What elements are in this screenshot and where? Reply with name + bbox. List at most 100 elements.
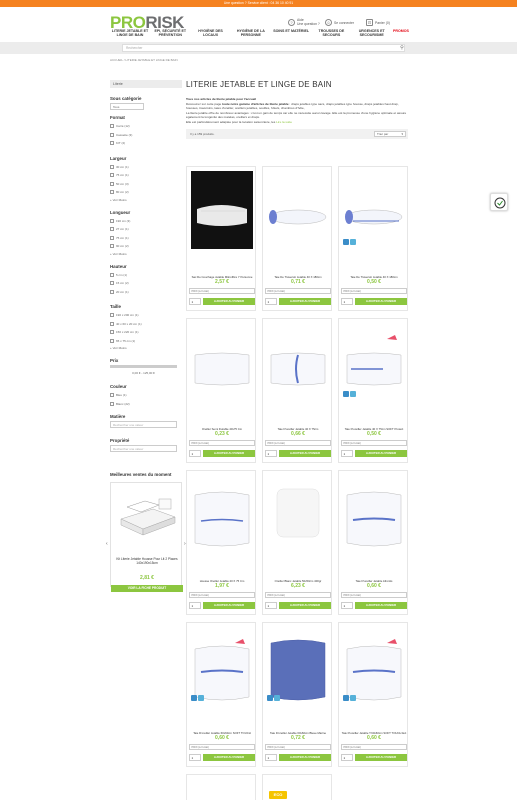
nav-trousses[interactable]: TROUSSES DE SECOURS xyxy=(311,29,351,37)
product-image[interactable] xyxy=(267,475,329,553)
filter-option[interactable]: KIT (2) xyxy=(110,139,182,148)
filter-option[interactable]: 20 cm (1) xyxy=(110,288,182,297)
checkbox[interactable] xyxy=(110,401,114,406)
add-to-cart-button[interactable]: AJOUTER AU PANIER xyxy=(279,602,331,609)
checkbox[interactable] xyxy=(110,218,114,223)
product-card[interactable]: Taie D'oreiller Jetable 40 X 75cm 0,66 € P… xyxy=(262,318,332,463)
quantity-input[interactable]: 1 xyxy=(265,450,277,457)
unit-select[interactable]: PRIX (à l'unité) xyxy=(341,288,407,294)
unit-select[interactable]: PRIX (à l'unité) xyxy=(189,744,255,750)
checkbox[interactable] xyxy=(110,289,114,294)
search-input[interactable]: Rechercher xyxy=(122,44,405,52)
nav-urgences[interactable]: URGENCES ET SECOURISME xyxy=(352,29,392,37)
filter-option[interactable]: 65 x 75 cm (1) xyxy=(110,337,182,346)
product-image[interactable] xyxy=(267,171,329,249)
matiere-search-input[interactable]: Rechercher une valeur xyxy=(110,421,177,428)
unit-select[interactable]: PRIX (à l'unité) xyxy=(189,440,255,446)
checkbox[interactable] xyxy=(110,227,114,232)
price-slider[interactable] xyxy=(110,365,177,368)
filter-option[interactable]: 75 cm (1) xyxy=(110,234,182,243)
unit-select[interactable]: PRIX (à l'unité) xyxy=(189,592,255,598)
product-image[interactable] xyxy=(191,475,253,553)
quantity-input[interactable]: 1 xyxy=(189,298,201,305)
product-image[interactable] xyxy=(343,627,405,705)
filter-option[interactable]: 150 x 220 cm (1) xyxy=(110,328,182,337)
reviews-badge-widget[interactable] xyxy=(490,193,508,211)
quantity-input[interactable]: 1 xyxy=(189,602,201,609)
product-image[interactable] xyxy=(267,323,329,401)
show-more-link[interactable]: + Voir Moins xyxy=(110,346,182,350)
unit-select[interactable]: PRIX (à l'unité) xyxy=(189,288,255,294)
nav-literie[interactable]: LITERIE JETABLE ET LINGE DE BAIN xyxy=(110,29,150,37)
checkbox[interactable] xyxy=(110,272,114,277)
unit-select[interactable]: PRIX (à l'unité) xyxy=(265,440,331,446)
quantity-input[interactable]: 1 xyxy=(341,754,353,761)
quantity-input[interactable]: 1 xyxy=(265,298,277,305)
filter-option[interactable]: 30 cm (1) xyxy=(110,163,182,172)
add-to-cart-button[interactable]: AJOUTER AU PANIER xyxy=(355,450,407,457)
product-card[interactable]: ECO xyxy=(262,774,332,800)
filter-option[interactable]: Bleu (1) xyxy=(110,391,182,400)
checkbox[interactable] xyxy=(110,321,114,326)
product-card[interactable]: Housse Oreiller Jetable 40 X 75 Cm 1,97 €… xyxy=(186,470,256,615)
product-image[interactable] xyxy=(191,171,253,249)
filter-option[interactable]: 90 cm (2) xyxy=(110,242,182,251)
propriete-search-input[interactable]: Rechercher une valeur xyxy=(110,445,177,452)
add-to-cart-button[interactable]: AJOUTER AU PANIER xyxy=(355,754,407,761)
filter-option[interactable]: 40 x 60 x 20 cm (1) xyxy=(110,320,182,329)
product-image[interactable] xyxy=(343,475,405,553)
carousel-prev-icon[interactable]: ‹ xyxy=(106,541,108,547)
checkbox[interactable] xyxy=(110,330,114,335)
filter-option[interactable]: 50 cm (3) xyxy=(110,180,182,189)
unit-select[interactable]: PRIX (à l'unité) xyxy=(341,744,407,750)
filter-option[interactable]: 75 cm (1) xyxy=(110,171,182,180)
checkbox[interactable] xyxy=(110,281,114,286)
filter-option[interactable]: Carré (12) xyxy=(110,122,182,131)
quantity-input[interactable]: 1 xyxy=(189,754,201,761)
checkbox[interactable] xyxy=(110,338,114,343)
add-to-cart-button[interactable]: AJOUTER AU PANIER xyxy=(355,298,407,305)
product-image[interactable] xyxy=(343,323,405,401)
filter-option[interactable]: 80 cm (2) xyxy=(110,188,182,197)
product-card[interactable]: Taie D'oreiller Jetable 40 X 75cm SOFT P… xyxy=(338,318,408,463)
add-to-cart-button[interactable]: AJOUTER AU PANIER xyxy=(203,298,255,305)
nav-epi[interactable]: EPI, SÉCURITÉ ET PRÉVENTION xyxy=(150,29,190,37)
account-link[interactable]: ☺ Se connecter xyxy=(325,19,354,26)
filter-option[interactable]: Cassette (3) xyxy=(110,131,182,140)
show-more-link[interactable]: + Voir Moins xyxy=(110,198,182,202)
product-image[interactable] xyxy=(343,171,405,249)
checkbox[interactable] xyxy=(110,132,114,137)
filter-option[interactable]: 27 cm (1) xyxy=(110,225,182,234)
product-image[interactable] xyxy=(191,627,253,705)
add-to-cart-button[interactable]: AJOUTER AU PANIER xyxy=(279,298,331,305)
filter-option[interactable]: 190 cm (3) xyxy=(110,217,182,226)
add-to-cart-button[interactable]: AJOUTER AU PANIER xyxy=(203,754,255,761)
filter-option[interactable]: 190 x 200 cm (1) xyxy=(110,311,182,320)
product-card[interactable]: Taie D'oreiller Jetable 60x60cm SOFT TOU… xyxy=(186,622,256,767)
nav-hygiene-personne[interactable]: HYGIÈNE DE LA PERSONNE xyxy=(231,29,271,37)
checkbox[interactable] xyxy=(110,164,114,169)
product-card[interactable]: Oreiller Blanc Jetable 50x50cm 400gr 6,23… xyxy=(262,470,332,615)
nav-hygiene-locaux[interactable]: HYGIÈNE DES LOCAUX xyxy=(191,29,231,37)
nav-promos[interactable]: PROMOS xyxy=(392,29,410,37)
best-seller-card[interactable]: ‹ › Kit Literie Jetable Housse Pour Lit … xyxy=(106,481,186,592)
category-box[interactable]: Literie xyxy=(110,80,182,88)
best-seller-name[interactable]: Kit Literie Jetable Housse Pour Lit 2 Pl… xyxy=(113,557,181,565)
add-to-cart-button[interactable]: AJOUTER AU PANIER xyxy=(203,602,255,609)
quantity-input[interactable]: 1 xyxy=(341,602,353,609)
help-link[interactable]: ? Aide Une question ? xyxy=(288,18,320,27)
product-card[interactable]: Taie De Traversin Jetable 40 X 180cm 0,50… xyxy=(338,166,408,311)
checkbox[interactable] xyxy=(110,235,114,240)
unit-select[interactable]: PRIX (à l'unité) xyxy=(341,592,407,598)
checkbox[interactable] xyxy=(110,393,114,398)
product-card[interactable]: Sac De Couchage Jetable Mikrofibre Y Per… xyxy=(186,166,256,311)
checkbox[interactable] xyxy=(110,313,114,318)
product-image[interactable] xyxy=(267,627,329,705)
product-image[interactable] xyxy=(191,323,253,401)
product-card[interactable]: Oreiller Semi Durable 40x75 Cm 0,23 € PRIX… xyxy=(186,318,256,463)
product-card[interactable]: Taie De Traversin Jetable 40 X 180cm 0,71… xyxy=(262,166,332,311)
quantity-input[interactable]: 1 xyxy=(341,450,353,457)
cart-link[interactable]: ⊡ Panier (0) xyxy=(366,19,390,26)
unit-select[interactable]: PRIX (à l'unité) xyxy=(265,744,331,750)
subcategory-select[interactable]: Tous xyxy=(110,103,144,110)
